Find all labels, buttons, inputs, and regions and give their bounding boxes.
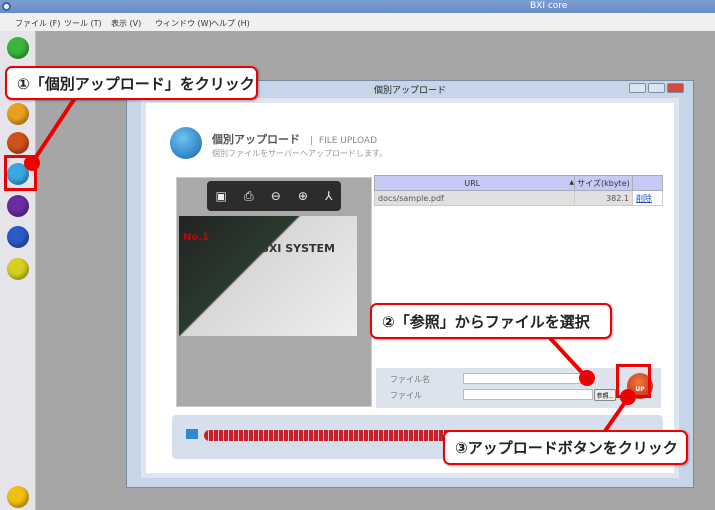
callout-step3: ③アップロードボタンをクリック — [443, 430, 688, 465]
connector-2 — [548, 336, 589, 380]
connector-1 — [30, 96, 77, 165]
dot-1 — [24, 155, 40, 171]
callout-step2: ②「参照」からファイルを選択 — [370, 303, 612, 339]
callout-step1: ①「個別アップロード」をクリック — [5, 66, 258, 100]
dot-3 — [620, 389, 636, 405]
dot-2 — [579, 370, 595, 386]
